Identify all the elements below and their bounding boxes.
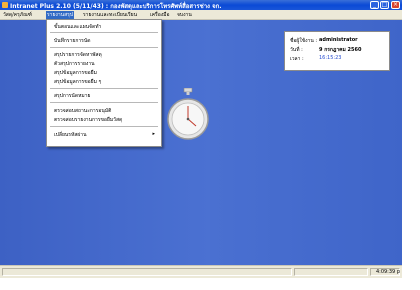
menu-separator [50, 126, 158, 127]
close-button[interactable]: × [391, 1, 400, 9]
dropdown-item[interactable]: สรุปข้อมูลการขอยืม [54, 69, 97, 77]
summary-dropdown-menu: ขั้นตอนและแผนจัดทำ บันทึกรายการนัด สรุปร… [46, 19, 162, 147]
maximize-button[interactable]: □ [380, 1, 389, 9]
menu-tools[interactable]: เครื่องมือ [149, 11, 170, 19]
title-bar[interactable]: Intranet Plus 2.10 (5/11/43) : กองพัสดุแ… [0, 0, 402, 10]
dropdown-item[interactable]: สรุปรายการจัดหาพัสดุ [54, 51, 102, 59]
user-label: ชื่อผู้ใช้งาน : [290, 38, 318, 44]
dropdown-item[interactable]: ตรวจสอบสถานะการอนุมัติ [54, 107, 111, 115]
menu-summary[interactable]: รายงานสรุป [46, 11, 75, 19]
menu-separator [50, 88, 158, 89]
time-label: เวลา : [290, 56, 304, 62]
menu-separator [50, 32, 158, 33]
app-window: Intranet Plus 2.10 (5/11/43) : กองพัสดุแ… [0, 0, 402, 278]
status-bar: 4:09:39 p [0, 265, 402, 278]
menu-separator [50, 47, 158, 48]
app-icon [2, 2, 8, 8]
submenu-arrow-icon: ▸ [152, 131, 155, 137]
dropdown-item[interactable]: ตรวจสอบรายงานการขอยืมวัสดุ [54, 116, 122, 124]
stopwatch-icon [167, 88, 209, 140]
menu-exit[interactable]: จบงาน [176, 11, 193, 19]
dropdown-item[interactable]: สรุปการนัดหมาย [54, 92, 90, 100]
status-time: 4:09:39 p [375, 269, 400, 275]
user-value: administrator [319, 37, 358, 43]
menu-separator [50, 102, 158, 103]
date-label: วันที่ : [290, 47, 303, 53]
user-info-panel: ชื่อผู้ใช้งาน : administrator วันที่ : 9… [284, 31, 390, 71]
status-panel-secondary [294, 268, 368, 276]
time-value: 16:15:23 [319, 55, 342, 61]
dropdown-item-submenu[interactable]: เปลี่ยนรหัสผ่าน [54, 131, 86, 139]
minimize-button[interactable]: _ [370, 1, 379, 9]
date-value: 9 กรกฎาคม 2560 [319, 47, 362, 53]
dropdown-item[interactable]: ขั้นตอนและแผนจัดทำ [54, 23, 101, 31]
status-panel-main [2, 268, 292, 276]
dropdown-item[interactable]: บันทึกรายการนัด [54, 37, 91, 45]
menu-supplies[interactable]: วัสดุ/ครุภัณฑ์ [2, 11, 33, 19]
dropdown-item[interactable]: สรุปข้อมูลการขอยืม ๆ [54, 78, 101, 86]
dropdown-item[interactable]: ตัวสรุปการรายงาน [54, 60, 95, 68]
menu-reports[interactable]: รายงานและทะเบียนเรียน [82, 11, 138, 19]
